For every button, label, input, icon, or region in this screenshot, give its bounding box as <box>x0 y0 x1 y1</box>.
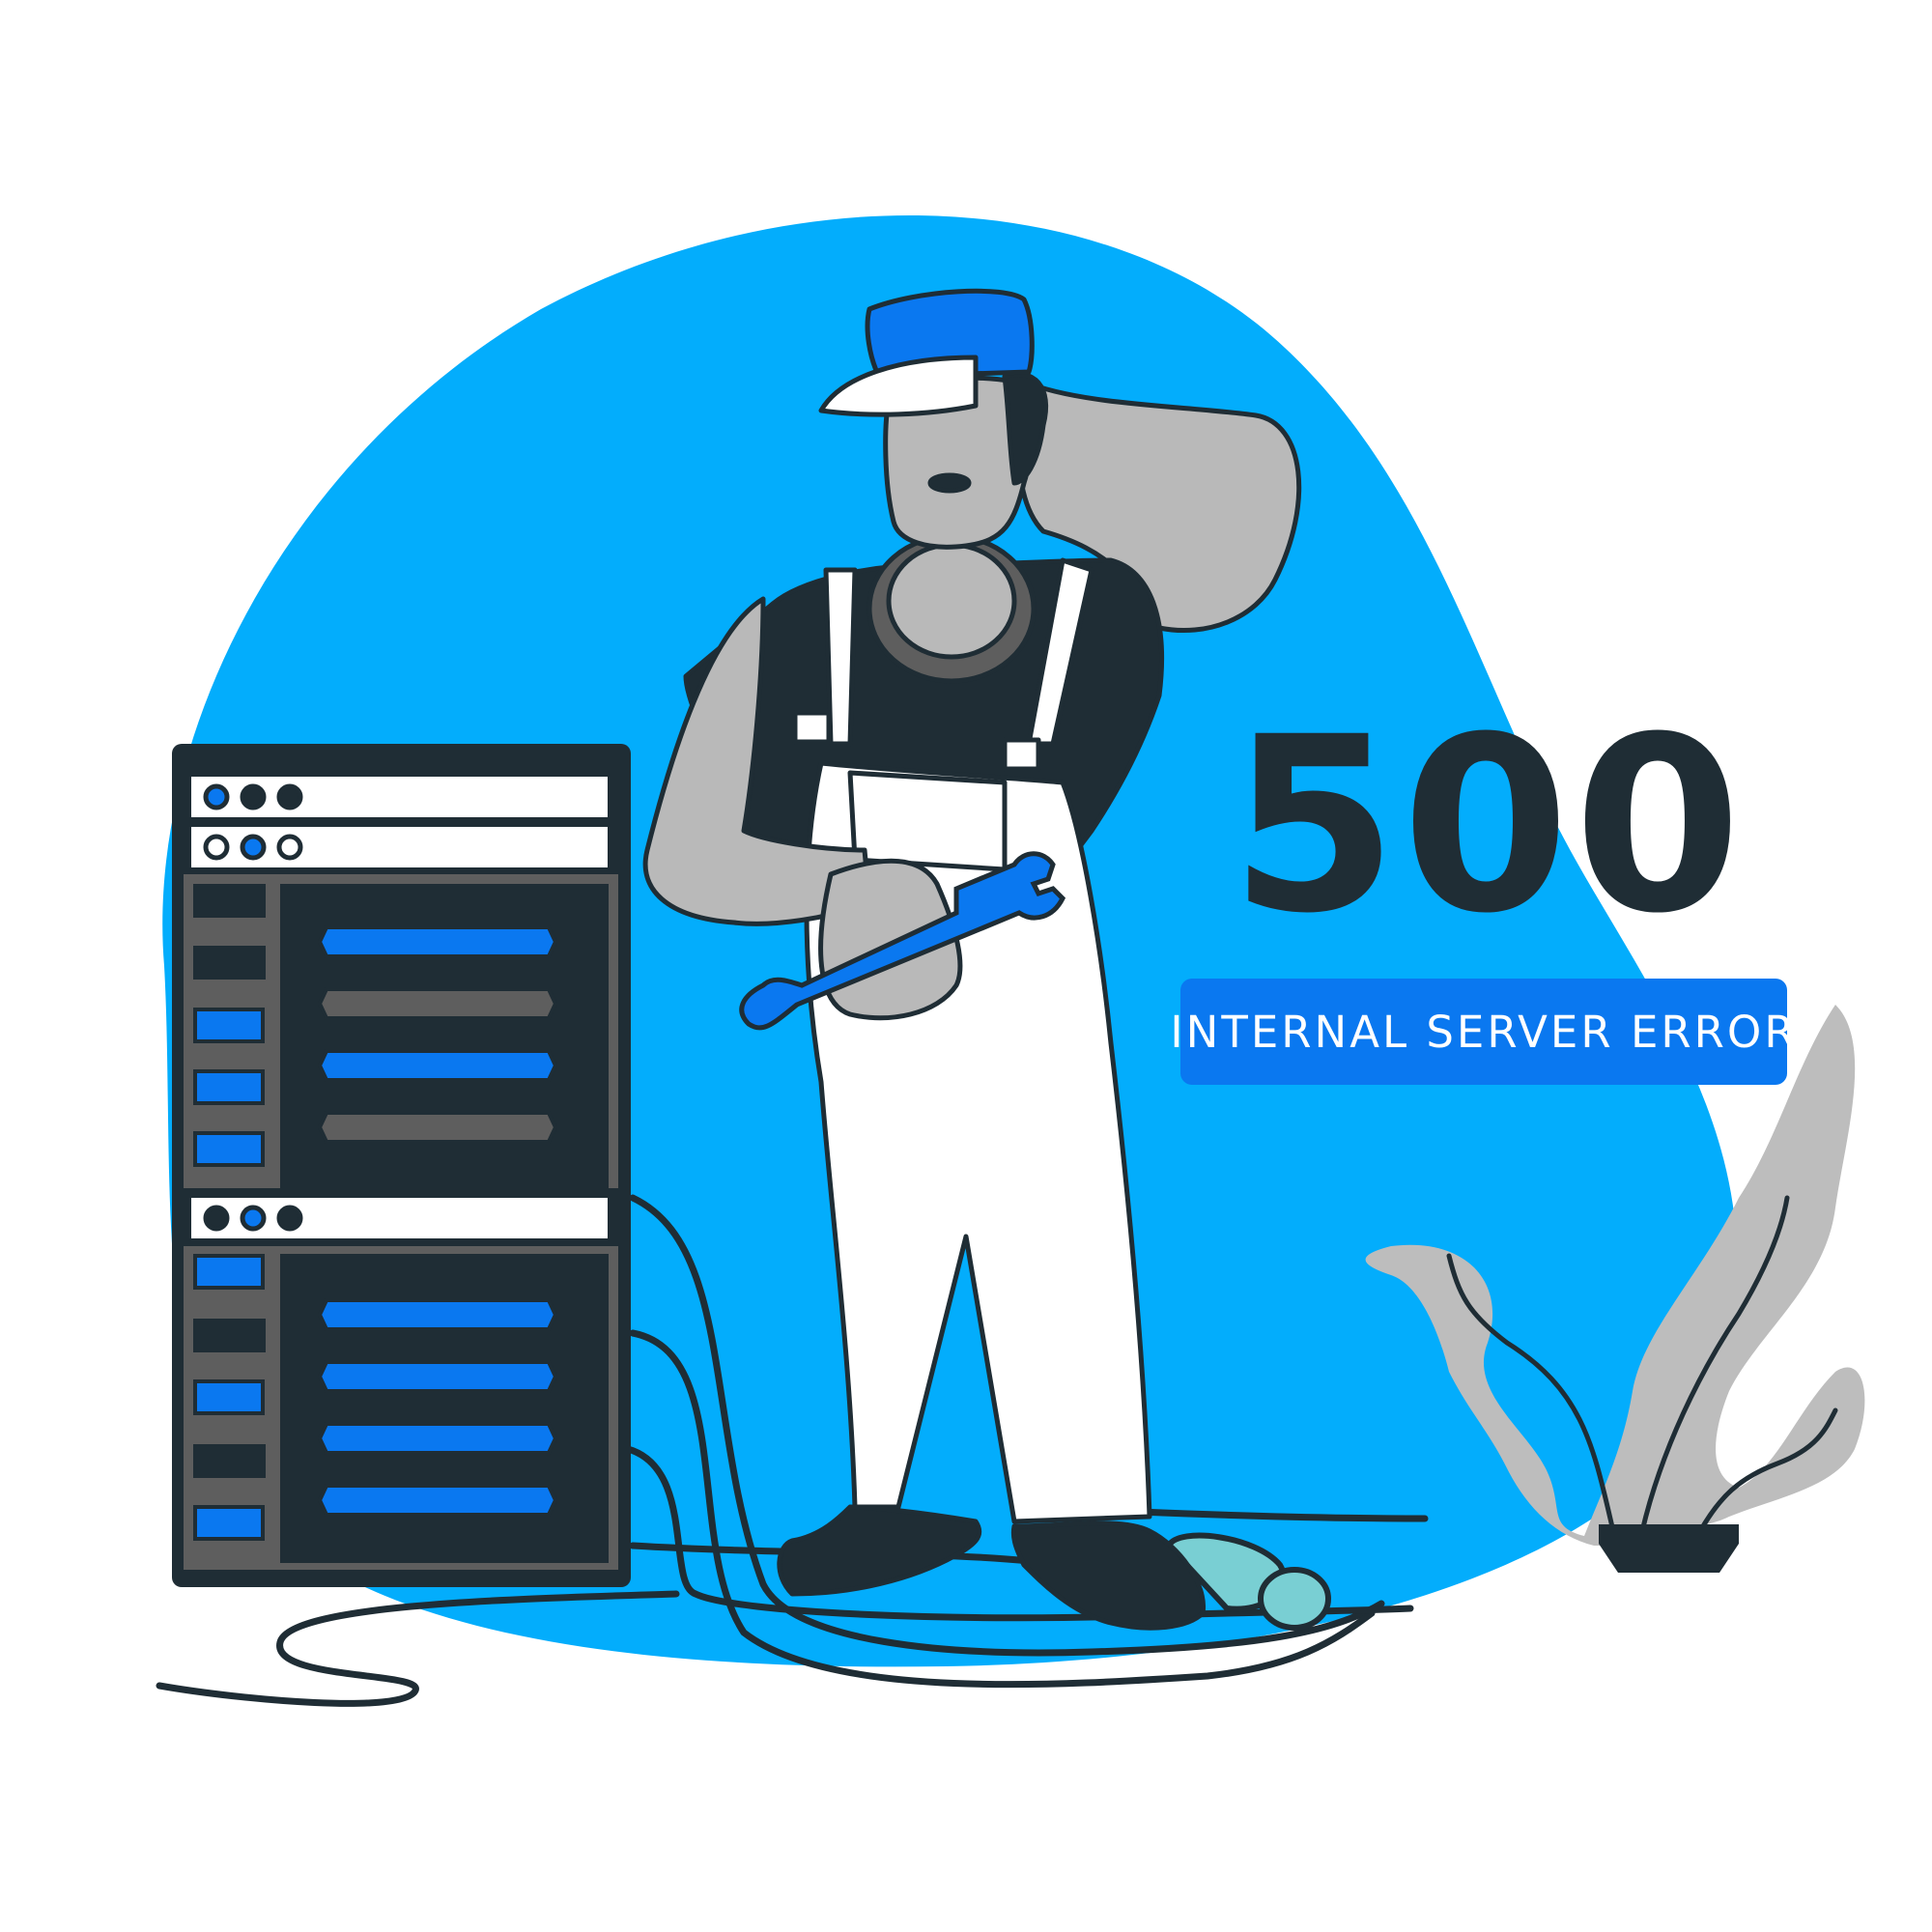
server-rack <box>172 744 631 1587</box>
error-message-badge: INTERNAL SERVER ERROR <box>1170 979 1795 1085</box>
illustration-scene <box>156 214 1865 1707</box>
error-message: INTERNAL SERVER ERROR <box>1170 1006 1798 1058</box>
error-code: 500 <box>1230 685 1746 966</box>
plant-pot <box>1599 1524 1739 1573</box>
